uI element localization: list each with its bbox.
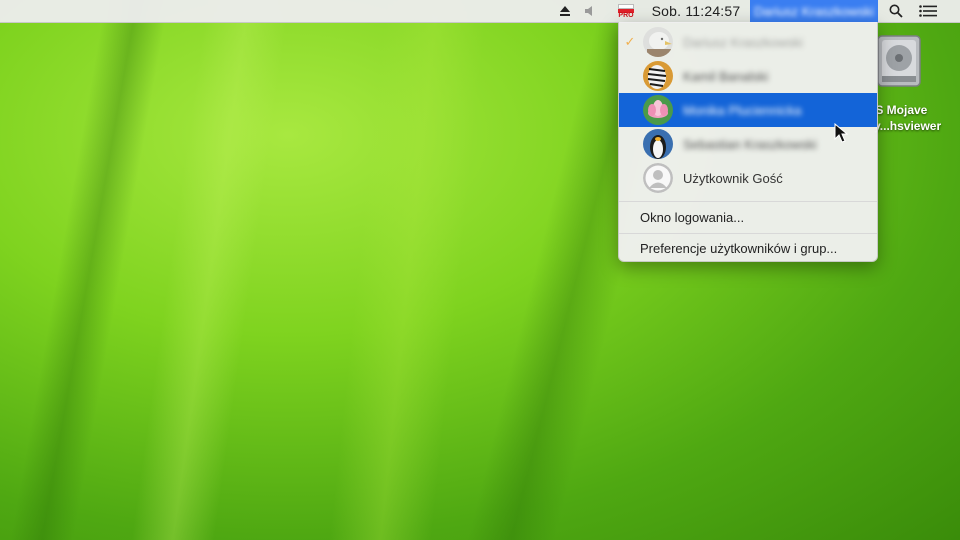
- login-window-label: Okno logowania...: [640, 210, 745, 225]
- volume-icon[interactable]: [580, 0, 602, 22]
- flag-pro-badge: PRO: [618, 11, 634, 19]
- notification-center-icon[interactable]: [916, 0, 940, 22]
- zebra-avatar: [643, 61, 673, 91]
- fast-user-switch-menu[interactable]: Dariusz Kraszkowski: [750, 0, 878, 22]
- guest-user-name: Użytkownik Gość: [683, 170, 783, 186]
- disk-label-line2: y...hsviewer: [874, 119, 942, 133]
- user-name-4: Sebastian Kraszkowski: [683, 136, 817, 152]
- guest-avatar: [643, 163, 673, 193]
- disk-label[interactable]: OS Mojave y...hsviewer: [866, 102, 960, 134]
- user-row-3[interactable]: Monika Pluciennicka: [619, 93, 877, 127]
- login-window-item[interactable]: Okno logowania...: [619, 202, 877, 233]
- menu-bar: PRO Sob. 11:24:57 Dariusz Kraszkowski: [0, 0, 960, 23]
- user-row-1[interactable]: ✓ Dariusz Kraszkowski: [619, 25, 877, 59]
- current-user-name: Dariusz Kraszkowski: [754, 3, 874, 19]
- user-name-3: Monika Pluciennicka: [683, 102, 802, 118]
- penguin-avatar: [643, 129, 673, 159]
- user-group-preferences-label: Preferencje użytkowników i grup...: [640, 240, 838, 256]
- eagle-avatar: [643, 27, 673, 57]
- user-group-preferences-item[interactable]: Preferencje użytkowników i grup...: [619, 234, 877, 262]
- polish-flag-icon[interactable]: PRO: [614, 0, 638, 22]
- user-row-2[interactable]: Kamil Banalski: [619, 59, 877, 93]
- user-row-guest[interactable]: Użytkownik Gość: [619, 161, 877, 195]
- eject-icon[interactable]: [553, 0, 577, 22]
- user-name-1: Dariusz Kraszkowski: [683, 34, 803, 50]
- lotus-avatar: [643, 95, 673, 125]
- disk-label-line1: OS Mojave: [866, 103, 928, 117]
- user-name-2: Kamil Banalski: [683, 68, 769, 84]
- search-icon[interactable]: [884, 0, 908, 22]
- clock[interactable]: Sob. 11:24:57: [644, 0, 748, 22]
- checkmark-icon: ✓: [624, 34, 636, 49]
- mouse-cursor-icon: [834, 123, 849, 143]
- hard-drive-icon[interactable]: [874, 32, 924, 90]
